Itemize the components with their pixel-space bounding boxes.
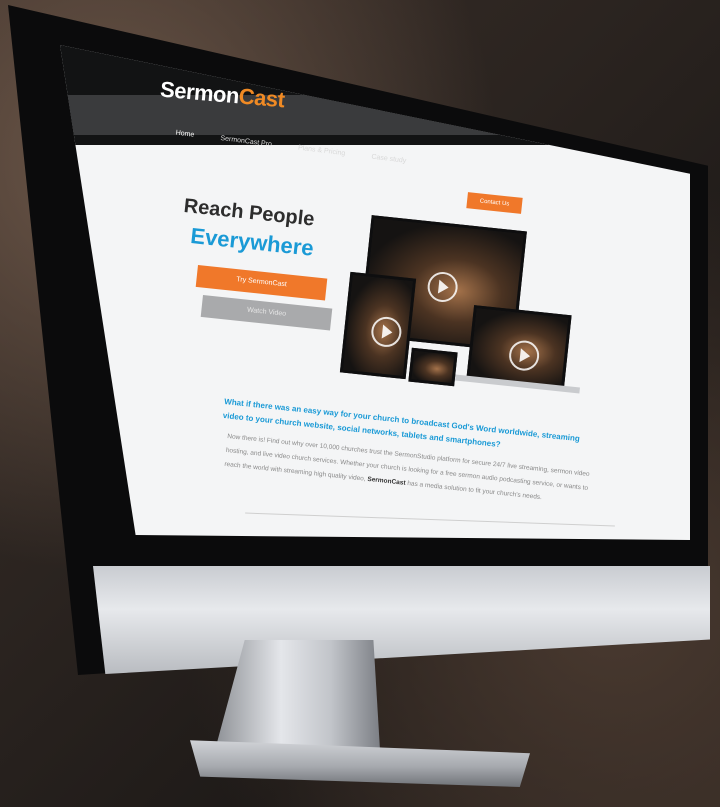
brand-name: SermonCast <box>367 475 406 487</box>
imac-chin <box>93 566 710 674</box>
hero-section: Reach People Everywhere Try SermonCast W… <box>60 45 690 540</box>
section-divider <box>245 512 615 527</box>
watch-video-button[interactable]: Watch Video <box>200 295 333 331</box>
phone-device-mockup <box>408 347 458 387</box>
video-thumbnail <box>411 350 455 384</box>
try-sermoncast-button[interactable]: Try SermonCast <box>195 265 328 301</box>
tablet-device-mockup <box>339 271 417 380</box>
website-screen: SermonCast Home SermonCast Pro Plans & P… <box>60 45 690 540</box>
